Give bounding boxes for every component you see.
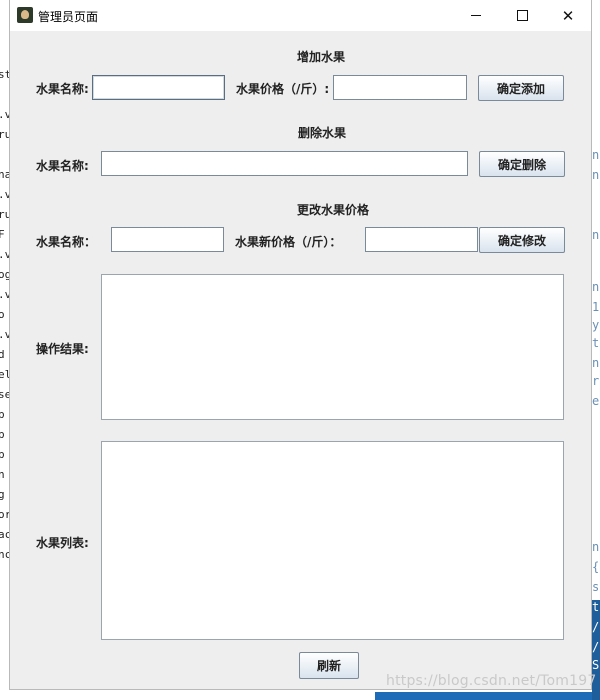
bg-text-fragment: st xyxy=(0,68,9,81)
refresh-button[interactable]: 刷新 xyxy=(299,652,359,679)
bg-text-fragment: r xyxy=(592,374,600,388)
background-editor-right: n n n n 1 y t n r e n { s t / / S xyxy=(592,0,600,700)
add-price-input[interactable] xyxy=(333,75,467,100)
bg-text-fragment: el xyxy=(0,368,9,381)
watermark-text: https://blog.csdn.net/Tom197 xyxy=(386,673,597,689)
close-button[interactable]: ✕ xyxy=(545,0,591,31)
background-taskbar-strip xyxy=(9,690,592,700)
update-price-heading: 更改水果价格 xyxy=(297,203,370,217)
fruit-list-label: 水果列表: xyxy=(36,536,89,550)
app-icon xyxy=(17,7,33,23)
confirm-add-button[interactable]: 确定添加 xyxy=(478,75,564,101)
confirm-update-button[interactable]: 确定修改 xyxy=(479,227,565,253)
bg-text-fragment: / xyxy=(592,620,600,634)
add-name-label: 水果名称: xyxy=(36,82,89,96)
update-name-input[interactable] xyxy=(111,227,224,252)
delete-name-input[interactable] xyxy=(101,151,468,176)
confirm-delete-button[interactable]: 确定删除 xyxy=(479,151,565,177)
bg-text-fragment: p xyxy=(0,408,5,421)
add-name-input[interactable] xyxy=(92,75,225,100)
bg-text-fragment: .v xyxy=(0,248,9,261)
bg-text-fragment: .v xyxy=(0,188,9,201)
delete-name-label: 水果名称: xyxy=(36,159,89,173)
bg-text-fragment: se xyxy=(0,388,9,401)
bg-text-fragment: .v xyxy=(0,288,9,301)
bg-text-fragment: { xyxy=(592,560,600,574)
bg-text-fragment: 1 xyxy=(592,300,600,314)
bg-text-fragment: n xyxy=(592,148,600,162)
bg-text-fragment: na xyxy=(0,168,9,181)
bg-text-fragment: t xyxy=(592,600,600,614)
result-textarea[interactable] xyxy=(101,274,564,420)
bg-text-fragment: n xyxy=(592,280,600,294)
title-bar[interactable]: 管理员页面 ✕ xyxy=(10,0,591,31)
bg-text-fragment: or xyxy=(0,508,9,521)
bg-text-fragment: n xyxy=(592,540,600,554)
bg-text-fragment: ru xyxy=(0,208,9,221)
bg-text-fragment: og xyxy=(0,268,9,281)
bg-blue-bar xyxy=(375,692,592,700)
close-icon: ✕ xyxy=(561,6,575,25)
bg-text-fragment: ac xyxy=(0,528,9,541)
bg-text-fragment: .v xyxy=(0,108,9,121)
add-price-label: 水果价格（/斤）: xyxy=(236,82,330,96)
bg-text-fragment: y xyxy=(592,318,600,332)
add-fruit-heading: 增加水果 xyxy=(297,50,346,64)
fruit-list-textarea[interactable] xyxy=(101,441,564,640)
bg-text-fragment: p xyxy=(0,448,5,461)
bg-text-fragment: n xyxy=(592,228,600,242)
background-editor-left: st .v ru na .v ru F .v og .v o .v d el s… xyxy=(0,0,9,700)
bg-text-fragment: / xyxy=(592,640,600,654)
result-label: 操作结果: xyxy=(36,342,89,356)
bg-text-fragment: F xyxy=(0,228,5,241)
bg-text-fragment: g xyxy=(0,488,5,501)
bg-text-fragment: n xyxy=(592,168,600,182)
admin-window: 管理员页面 ✕ 增加水果 水果名称: 水果价格（/斤）: 确定添加 删除水果 水… xyxy=(9,0,592,690)
delete-fruit-heading: 删除水果 xyxy=(298,126,347,140)
window-title: 管理员页面 xyxy=(38,10,99,24)
bg-text-fragment: .v xyxy=(0,328,9,341)
maximize-button[interactable] xyxy=(499,0,545,31)
bg-text-fragment: t xyxy=(592,336,600,350)
update-name-label: 水果名称： xyxy=(36,235,97,249)
bg-text-fragment: n xyxy=(0,468,5,481)
bg-text-fragment: o xyxy=(0,308,5,321)
minimize-button[interactable] xyxy=(453,0,499,31)
bg-text-fragment: ru xyxy=(0,128,9,141)
bg-text-fragment: n xyxy=(592,356,600,370)
bg-text-fragment: e xyxy=(592,394,600,408)
update-price-label: 水果新价格（/斤）： xyxy=(235,235,342,249)
bg-text-fragment: S xyxy=(592,658,600,672)
minimize-icon xyxy=(471,15,481,16)
bg-text-fragment: nc xyxy=(0,548,9,561)
bg-text-fragment: p xyxy=(0,428,5,441)
update-price-input[interactable] xyxy=(365,227,478,252)
admin-panel: 增加水果 水果名称: 水果价格（/斤）: 确定添加 删除水果 水果名称: 确定删… xyxy=(10,31,591,690)
bg-text-fragment: d xyxy=(0,348,5,361)
maximize-icon xyxy=(516,10,528,21)
bg-text-fragment: s xyxy=(592,580,600,594)
